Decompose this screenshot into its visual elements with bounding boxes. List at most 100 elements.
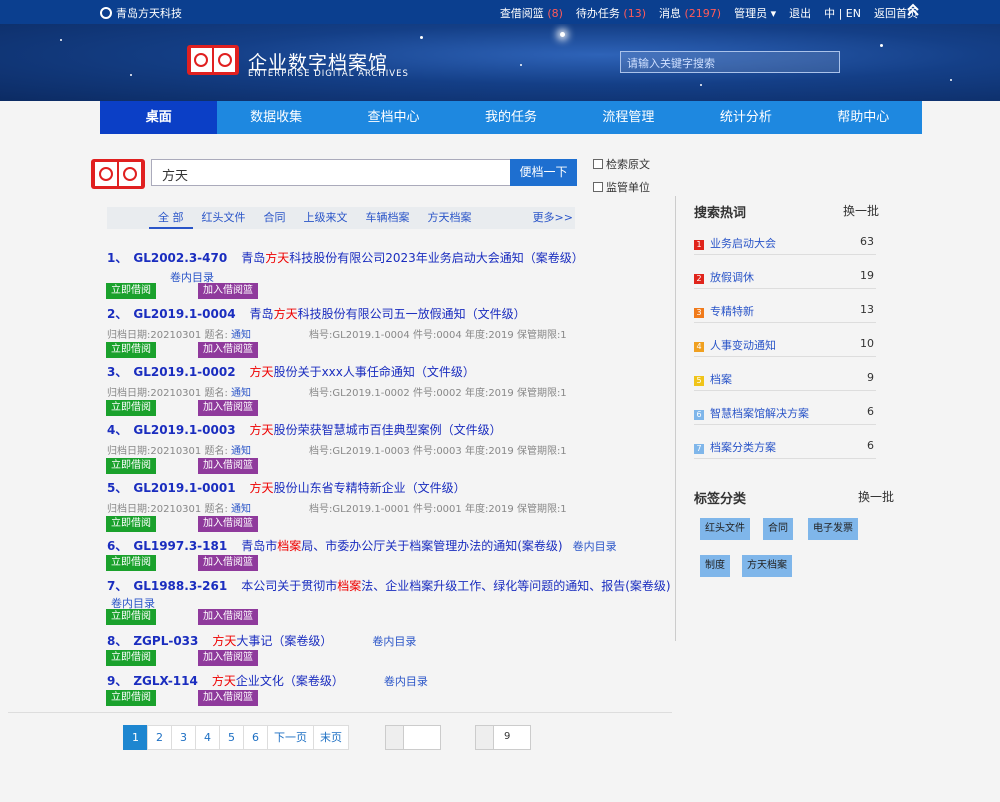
borrow-now-button[interactable]: 立即借阅: [106, 458, 156, 474]
tags-refresh-link[interactable]: 换一批: [858, 488, 894, 505]
tab-contract[interactable]: 合同: [255, 207, 295, 229]
rank-badge: 3: [694, 308, 704, 318]
result-meta: 归档日期:20210301 题名: 通知 档号:GL2019.1-0003 件号:…: [107, 446, 567, 457]
search-input[interactable]: 方天: [151, 159, 511, 186]
company-logo-icon: [100, 7, 112, 19]
rank-badge: 4: [694, 342, 704, 352]
tab-fangtian-archives[interactable]: 方天档案: [419, 207, 481, 229]
nav-process-management[interactable]: 流程管理: [570, 101, 687, 134]
borrow-now-button[interactable]: 立即借阅: [106, 609, 156, 625]
last-page-button[interactable]: 末页: [313, 725, 349, 750]
header-search-input[interactable]: 请输入关键字搜索: [620, 51, 840, 73]
borrow-now-button[interactable]: 立即借阅: [106, 690, 156, 706]
volume-catalog-link[interactable]: 卷内目录: [573, 540, 617, 553]
tabs-more-link[interactable]: 更多>>: [533, 207, 573, 229]
hot-word-item[interactable]: 6 智慧档案馆解决方案 6: [694, 405, 876, 425]
add-to-basket-button[interactable]: 加入借阅篮: [198, 555, 258, 571]
page-3[interactable]: 3: [171, 725, 196, 750]
rank-badge: 2: [694, 274, 704, 284]
add-to-basket-button[interactable]: 加入借阅篮: [198, 458, 258, 474]
pagination: 1 2 3 4 5 6 下一页 末页: [123, 725, 349, 750]
page-4[interactable]: 4: [195, 725, 220, 750]
add-to-basket-button[interactable]: 加入借阅篮: [198, 609, 258, 625]
tag-category-title: 标签分类: [694, 492, 747, 507]
page-1[interactable]: 1: [123, 725, 148, 750]
logout-link[interactable]: 退出: [789, 5, 811, 21]
tag-red-header[interactable]: 红头文件: [700, 518, 750, 540]
tag-fangtian-archives[interactable]: 方天档案: [742, 555, 792, 577]
hot-words-refresh-link[interactable]: 换一批: [843, 202, 879, 219]
goto-page-input[interactable]: [385, 725, 441, 750]
volume-catalog-link[interactable]: 卷内目录: [384, 675, 428, 688]
hot-word-item[interactable]: 5 档案 9: [694, 371, 876, 391]
category-tabs: 全 部 红头文件 合同 上级来文 车辆档案 方天档案 更多>>: [107, 207, 575, 229]
borrow-basket-link[interactable]: 查借阅篮 (8): [500, 5, 563, 21]
tab-superior-docs[interactable]: 上级来文: [295, 207, 357, 229]
page-2[interactable]: 2: [147, 725, 172, 750]
result-meta: 归档日期:20210301 题名: 通知 档号:GL2019.1-0002 件号:…: [107, 388, 567, 399]
result-title[interactable]: 4、 GL2019.1-0003 方天股份荣获智慧城市百佳典型案例（文件级）: [107, 421, 667, 438]
add-to-basket-button[interactable]: 加入借阅篮: [198, 516, 258, 532]
main-nav: 桌面 数据收集 查档中心 我的任务 流程管理 统计分析 帮助中心: [100, 101, 922, 134]
tag-e-invoice[interactable]: 电子发票: [808, 518, 858, 540]
hot-word-item[interactable]: 2 放假调休 19: [694, 269, 876, 289]
result-title[interactable]: 8、 ZGPL-033 方天大事记（案卷级） 卷内目录: [107, 632, 667, 649]
result-title[interactable]: 2、 GL2019.1-0004 青岛方天科技股份有限公司五一放假通知（文件级）: [107, 305, 667, 322]
next-page-button[interactable]: 下一页: [267, 725, 314, 750]
tag-contract[interactable]: 合同: [763, 518, 793, 540]
result-item: 5、 GL2019.1-0001 方天股份山东省专精特新企业（文件级） 归档日期:2…: [106, 479, 667, 532]
borrow-now-button[interactable]: 立即借阅: [106, 342, 156, 358]
nav-my-tasks[interactable]: 我的任务: [452, 101, 569, 134]
nav-help[interactable]: 帮助中心: [805, 101, 922, 134]
page-size-input[interactable]: 9: [475, 725, 531, 750]
add-to-basket-button[interactable]: 加入借阅篮: [198, 342, 258, 358]
add-to-basket-button[interactable]: 加入借阅篮: [198, 690, 258, 706]
hot-word-item[interactable]: 1 业务启动大会 63: [694, 235, 876, 255]
tab-all[interactable]: 全 部: [149, 207, 193, 229]
tag-regulation[interactable]: 制度: [700, 555, 730, 577]
search-button[interactable]: 便档一下: [510, 159, 577, 186]
hot-word-item[interactable]: 4 人事变动通知 10: [694, 337, 876, 357]
site-subtitle: ENTERPRISE DIGITAL ARCHIVES: [248, 69, 409, 79]
result-title[interactable]: 9、 ZGLX-114 方天企业文化（案卷级） 卷内目录: [107, 672, 667, 689]
admin-menu[interactable]: 管理员 ▾: [734, 5, 776, 21]
tab-red-header[interactable]: 红头文件: [193, 207, 255, 229]
messages-link[interactable]: 消息 (2197): [659, 5, 721, 21]
search-fulltext-option[interactable]: 检索原文: [593, 156, 650, 172]
top-bar: 青岛方天科技 查借阅篮 (8) 待办任务 (13) 消息 (2197) 管理员 …: [0, 0, 1000, 24]
nav-desktop[interactable]: 桌面: [100, 101, 218, 134]
header-banner: 企业数字档案馆 ENTERPRISE DIGITAL ARCHIVES 请输入关…: [0, 24, 1000, 101]
result-title[interactable]: 5、 GL2019.1-0001 方天股份山东省专精特新企业（文件级）: [107, 479, 667, 496]
result-title[interactable]: 1、 GL2002.3-470 青岛方天科技股份有限公司2023年业务启动大会通知（…: [107, 249, 667, 266]
hot-word-item[interactable]: 7 档案分类方案 6: [694, 439, 876, 459]
archive-logo-icon: [187, 45, 239, 75]
borrow-now-button[interactable]: 立即借阅: [106, 283, 156, 299]
nav-statistics[interactable]: 统计分析: [687, 101, 804, 134]
borrow-now-button[interactable]: 立即借阅: [106, 400, 156, 416]
result-title[interactable]: 6、 GL1997.3-181 青岛市档案局、市委办公厅关于档案管理办法的通知(案卷…: [107, 537, 667, 554]
hot-word-item[interactable]: 3 专精特新 13: [694, 303, 876, 323]
fulltext-checkbox[interactable]: [593, 159, 603, 169]
borrow-now-button[interactable]: 立即借阅: [106, 516, 156, 532]
result-item: 3、 GL2019.1-0002 方天股份关于xxx人事任命通知（文件级） 归档日期…: [106, 363, 667, 416]
supervisory-unit-option[interactable]: 监管单位: [593, 179, 650, 195]
add-to-basket-button[interactable]: 加入借阅篮: [198, 650, 258, 666]
borrow-now-button[interactable]: 立即借阅: [106, 650, 156, 666]
collapse-up-icon[interactable]: [906, 3, 924, 21]
add-to-basket-button[interactable]: 加入借阅篮: [198, 283, 258, 299]
todo-tasks-link[interactable]: 待办任务 (13): [576, 5, 646, 21]
borrow-now-button[interactable]: 立即借阅: [106, 555, 156, 571]
result-title[interactable]: 3、 GL2019.1-0002 方天股份关于xxx人事任命通知（文件级）: [107, 363, 667, 380]
language-switch[interactable]: 中 | EN: [824, 5, 861, 21]
supervisory-checkbox[interactable]: [593, 182, 603, 192]
tab-vehicle-archives[interactable]: 车辆档案: [357, 207, 419, 229]
volume-catalog-link[interactable]: 卷内目录: [372, 635, 416, 648]
add-to-basket-button[interactable]: 加入借阅篮: [198, 400, 258, 416]
page-5[interactable]: 5: [219, 725, 244, 750]
nav-archive-center[interactable]: 查档中心: [335, 101, 452, 134]
result-item: 6、 GL1997.3-181 青岛市档案局、市委办公厅关于档案管理办法的通知(案卷…: [106, 537, 667, 571]
result-item: 8、 ZGPL-033 方天大事记（案卷级） 卷内目录 立即借阅 加入借阅篮: [106, 632, 667, 666]
page-6[interactable]: 6: [243, 725, 268, 750]
nav-data-collection[interactable]: 数据收集: [217, 101, 334, 134]
result-title[interactable]: 7、 GL1988.3-261 本公司关于贯彻市档案法、企业档案升级工作、绿化等问题…: [107, 577, 671, 594]
